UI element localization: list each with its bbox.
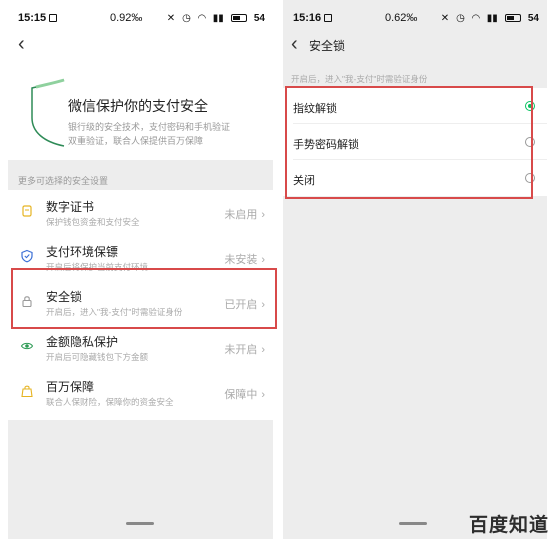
hint-text: 开启后，进入"我-支付"时需验证身份 [291,74,428,84]
list-item-certificate[interactable]: 数字证书 保护钱包资金和支付安全 未启用 › [8,190,273,235]
status-bar: 15:16 0.62‰ ✕ ◷ ◠ ▮▮ 54 [283,0,547,34]
certificate-icon [22,205,32,217]
mute-icon: ✕ [440,13,450,24]
eye-icon [20,342,34,350]
mute-icon: ✕ [166,13,176,24]
signal-icon: ▮▮ [212,13,224,24]
chevron-right-icon: › [261,344,265,356]
item-status: 未开启 › [224,344,265,356]
page-title: 安全锁 [309,39,346,53]
back-button[interactable]: ‹ [291,34,298,54]
bag-icon [21,385,33,398]
item-status: 未安装 › [224,254,265,266]
list-item-million-guarantee[interactable]: 百万保障 联合人保财险，保障你的资金安全 保障中 › [8,370,273,415]
section-label: 更多可选择的安全设置 [18,176,109,186]
item-subtitle: 联合人保财险，保障你的资金安全 [46,397,174,407]
network-speed: 0.62‰ [385,12,418,24]
item-subtitle: 保护钱包资金和支付安全 [46,217,140,227]
security-lock-screen: 15:16 0.62‰ ✕ ◷ ◠ ▮▮ 54 ‹ 安全锁 开启后，进入"我-支… [283,0,547,539]
battery-level: 54 [527,13,539,24]
status-bar: 15:15 0.92‰ ✕ ◷ ◠ ▮▮ 54 [8,0,273,34]
notification-icon [324,14,333,22]
battery-icon [504,13,521,24]
nav-bar: ‹ 安全锁 [283,34,547,56]
network-speed: 0.92‰ [110,12,143,24]
signal-icon: ▮▮ [486,13,498,24]
item-title: 金额隐私保护 [46,335,119,349]
chevron-right-icon: › [261,209,265,221]
item-title: 百万保障 [46,380,95,394]
highlight-lock-options [285,86,533,199]
status-time: 15:16 [293,12,333,24]
hero-description: 银行级的安全技术，支付密码和手机验证 双重验证，联合人保提供百万保障 [68,122,231,146]
alarm-icon: ◷ [182,13,191,24]
item-subtitle: 开启后可隐藏钱包下方金额 [46,352,149,362]
home-indicator[interactable] [126,522,154,525]
hero-title: 微信保护你的支付安全 [68,98,208,114]
battery-icon [230,13,247,24]
item-title: 数字证书 [46,200,95,214]
shield-check-icon [21,249,33,263]
watermark: 百度知道 [468,515,549,536]
back-button[interactable]: ‹ [18,34,25,54]
notification-icon [49,14,58,22]
item-status: 未启用 › [224,209,265,221]
shield-icon [31,78,65,147]
wifi-icon: ◠ [471,13,480,24]
highlight-security-lock [11,268,277,329]
home-indicator[interactable] [399,522,427,525]
chevron-right-icon: › [261,389,265,401]
alarm-icon: ◷ [456,13,465,24]
list-item-amount-privacy[interactable]: 金额隐私保护 开启后可隐藏钱包下方金额 未开启 › [8,325,273,370]
wifi-icon: ◠ [197,13,206,24]
chevron-right-icon: › [261,254,265,266]
item-title: 支付环境保镖 [46,245,119,259]
item-status: 保障中 › [224,389,265,401]
status-time: 15:15 [18,12,58,24]
battery-level: 54 [253,13,265,24]
